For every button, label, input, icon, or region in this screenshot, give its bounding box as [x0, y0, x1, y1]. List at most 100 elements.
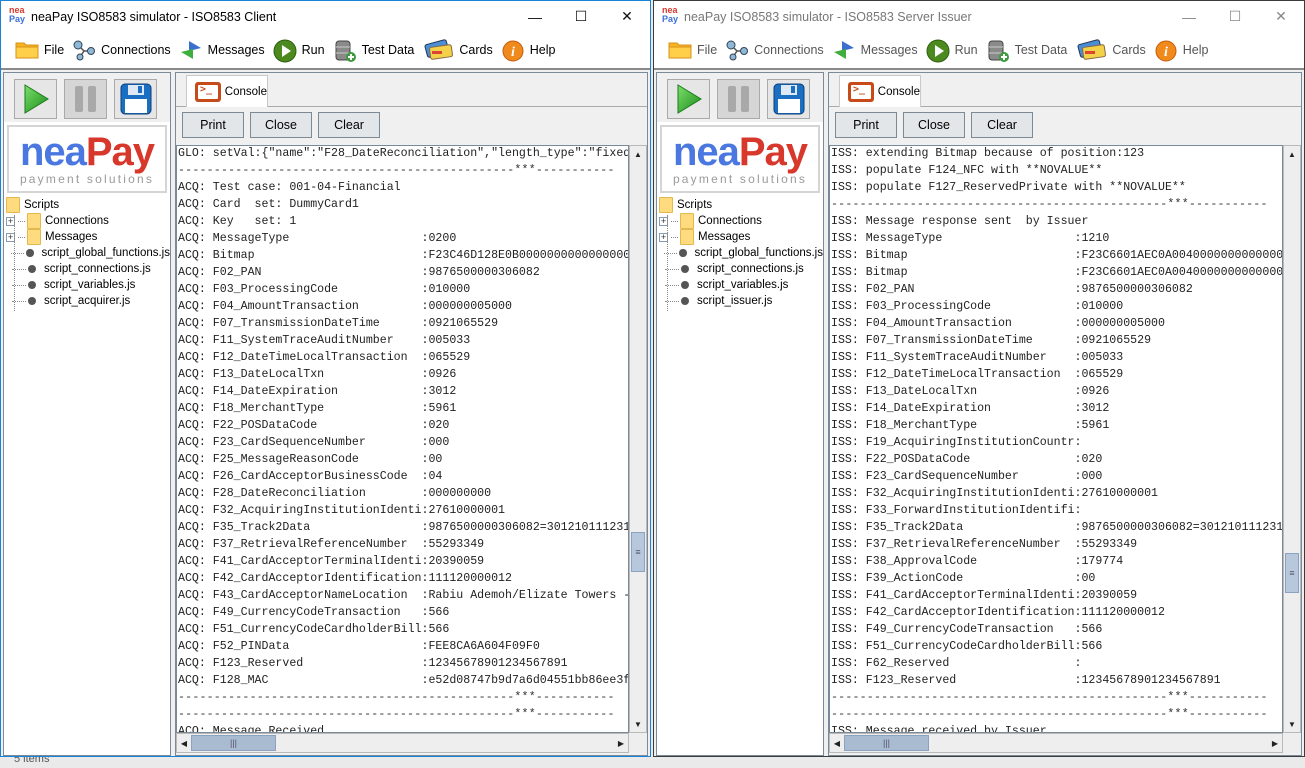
vertical-scroll-thumb[interactable]: ≡: [631, 532, 645, 573]
console-separator: ----------------------------------------…: [178, 708, 615, 721]
menu-label: File: [697, 43, 718, 57]
menu-connections[interactable]: Connections: [725, 39, 824, 61]
console-line: ACQ: F07_TransmissionDateTime :092106552…: [178, 317, 499, 330]
save-button[interactable]: [767, 79, 810, 119]
close-window-button[interactable]: ✕: [604, 1, 650, 32]
maximize-button[interactable]: ☐: [558, 1, 604, 32]
run-icon: [273, 39, 297, 63]
scripts-tree: Scripts + Connections + Messages script_globa…: [657, 193, 823, 311]
tab-console[interactable]: >_ Console: [839, 75, 921, 107]
tree-label: Scripts: [24, 199, 60, 211]
menu-help[interactable]: i Help: [501, 39, 555, 62]
console-line: ISS: F41_CardAcceptorTerminalIdenti:2039…: [831, 589, 1138, 602]
tree-folder-connections[interactable]: + Connections: [6, 213, 170, 229]
menu-bar: File Connections Messages Run Test Data Cards…: [1, 32, 650, 68]
messages-icon: [179, 39, 203, 61]
print-button[interactable]: Print: [835, 112, 897, 138]
maximize-button[interactable]: ☐: [1212, 1, 1258, 32]
script-file-icon: [681, 297, 689, 305]
menu-test-data[interactable]: Test Data: [333, 39, 414, 62]
menu-help[interactable]: i Help: [1154, 39, 1208, 62]
horizontal-scroll-thumb[interactable]: |||: [191, 735, 276, 751]
vertical-scrollbar[interactable]: ▲ ≡ ▼: [629, 145, 647, 733]
close-button[interactable]: Close: [903, 112, 965, 138]
scroll-right-button[interactable]: ▶: [1268, 734, 1282, 752]
scroll-up-button[interactable]: ▲: [1284, 146, 1300, 162]
console-line: ACQ: F51_CurrencyCodeCardholderBill:566: [178, 623, 450, 636]
scroll-down-button[interactable]: ▼: [630, 716, 646, 732]
menu-label: Messages: [207, 43, 265, 57]
minimize-button[interactable]: —: [1166, 1, 1212, 32]
console-output[interactable]: GLO: setVal:{"name":"F28_DateReconciliat…: [176, 145, 629, 733]
console-output[interactable]: ISS: extending Bitmap because of positio…: [829, 145, 1283, 733]
tree-root-scripts[interactable]: Scripts: [6, 197, 170, 213]
tree-file[interactable]: script_global_functions.js: [6, 245, 170, 261]
console-line: ISS: F39_ActionCode :00: [831, 572, 1096, 585]
console-line: ISS: F23_CardSequenceNumber :000: [831, 470, 1103, 483]
tree-root-scripts[interactable]: Scripts: [659, 197, 823, 213]
close-button[interactable]: Close: [250, 112, 312, 138]
scroll-right-button[interactable]: ▶: [614, 734, 628, 752]
horizontal-scrollbar[interactable]: ◀ ||| ▶: [829, 733, 1283, 753]
title-bar[interactable]: nea Pay neaPay ISO8583 simulator - ISO858…: [654, 1, 1304, 32]
title-bar[interactable]: nea Pay neaPay ISO8583 simulator - ISO858…: [1, 1, 650, 32]
save-button[interactable]: [114, 79, 157, 119]
menu-messages[interactable]: Messages: [179, 39, 265, 61]
folder-icon: [27, 229, 41, 245]
horizontal-scrollbar[interactable]: ◀ ||| ▶: [176, 733, 629, 753]
menu-cards[interactable]: Cards: [422, 39, 493, 61]
script-file-icon: [28, 297, 36, 305]
clear-button[interactable]: Clear: [971, 112, 1033, 138]
pause-button[interactable]: [64, 79, 107, 119]
menu-label: Connections: [754, 43, 824, 57]
minimize-button[interactable]: —: [512, 1, 558, 32]
vertical-scroll-thumb[interactable]: ≡: [1285, 552, 1299, 593]
tree-folder-messages[interactable]: + Messages: [659, 229, 823, 245]
menu-file[interactable]: File: [668, 39, 717, 61]
print-button[interactable]: Print: [182, 112, 244, 138]
menu-cards[interactable]: Cards: [1075, 39, 1146, 61]
tree-label: Connections: [45, 215, 109, 227]
menu-file[interactable]: File: [15, 39, 64, 61]
tree-folder-messages[interactable]: + Messages: [6, 229, 170, 245]
console-line: ISS: F11_SystemTraceAuditNumber :005033: [831, 351, 1124, 364]
menu-run[interactable]: Run: [926, 39, 978, 63]
messages-icon: [832, 39, 856, 61]
folder-icon: [680, 229, 694, 245]
menu-run[interactable]: Run: [273, 39, 325, 63]
tree-label: script_variables.js: [44, 279, 136, 291]
menu-messages[interactable]: Messages: [832, 39, 918, 61]
tree-file[interactable]: script_connections.js: [6, 261, 170, 277]
tree-file[interactable]: script_variables.js: [659, 277, 823, 293]
tree-file[interactable]: script_acquirer.js: [6, 293, 170, 309]
console-line: ACQ: F123_Reserved :12345678901234567891: [178, 657, 568, 670]
pause-button[interactable]: [717, 79, 760, 119]
start-button[interactable]: [667, 79, 710, 119]
scroll-down-button[interactable]: ▼: [1284, 716, 1300, 732]
menu-test-data[interactable]: Test Data: [986, 39, 1067, 62]
vertical-scrollbar[interactable]: ▲ ≡ ▼: [1283, 145, 1301, 733]
console-line: ISS: F38_ApprovalCode :179774: [831, 555, 1124, 568]
start-button[interactable]: [14, 79, 57, 119]
menu-connections[interactable]: Connections: [72, 39, 171, 61]
close-window-button[interactable]: ✕: [1258, 1, 1304, 32]
console-line: ISS: F37_RetrievalReferenceNumber :55293…: [831, 538, 1138, 551]
tree-file[interactable]: script_global_functions.js: [659, 245, 823, 261]
folder-icon: [668, 39, 692, 61]
run-icon: [926, 39, 950, 63]
tree-file[interactable]: script_variables.js: [6, 277, 170, 293]
tab-console[interactable]: >_ Console: [186, 75, 268, 107]
console-line: ACQ: MessageType :0200: [178, 232, 457, 245]
scroll-up-button[interactable]: ▲: [630, 146, 646, 162]
horizontal-scroll-thumb[interactable]: |||: [844, 735, 929, 751]
tree-label: Connections: [698, 215, 762, 227]
scroll-left-button[interactable]: ◀: [830, 734, 844, 752]
clear-button[interactable]: Clear: [318, 112, 380, 138]
tree-file[interactable]: script_issuer.js: [659, 293, 823, 309]
console-separator: ----------------------------------------…: [831, 691, 1268, 704]
tree-folder-connections[interactable]: + Connections: [659, 213, 823, 229]
console-line: ACQ: F04_AmountTransaction :000000005000: [178, 300, 512, 313]
tree-file[interactable]: script_connections.js: [659, 261, 823, 277]
sidebar: neaPay payment solutions Scripts + Connect…: [3, 72, 171, 756]
scroll-left-button[interactable]: ◀: [177, 734, 191, 752]
